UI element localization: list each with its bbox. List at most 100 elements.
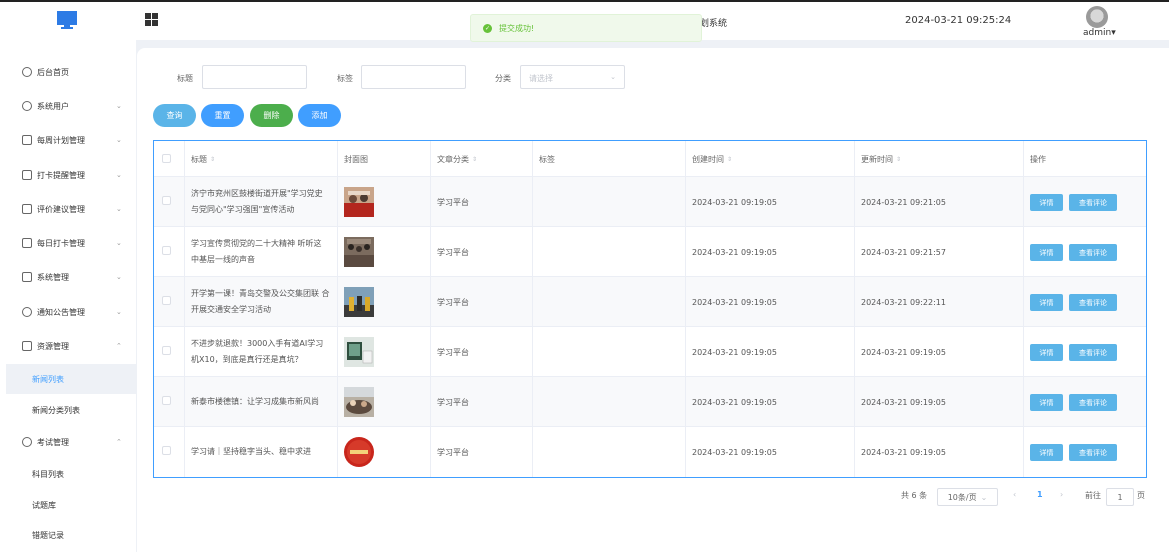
sidebar-item-resources[interactable]: 资源管理 ⌃ (0, 331, 136, 361)
reset-button[interactable]: 重置 (201, 104, 244, 127)
row-select-cell (154, 377, 185, 427)
page-size-value: 10条/页 (947, 492, 977, 502)
sidebar-item-weekly-plan[interactable]: 每周计划管理 ⌄ (0, 125, 136, 155)
detail-button[interactable]: 详情 (1030, 344, 1063, 361)
detail-button[interactable]: 详情 (1030, 294, 1063, 311)
view-comments-button[interactable]: 查看评论 (1069, 344, 1117, 361)
updated-cell: 2024-03-21 09:21:05 (855, 177, 1024, 227)
created-cell: 2024-03-21 09:19:05 (686, 377, 855, 427)
calendar-icon (22, 170, 32, 180)
category-placeholder: 请选择 (529, 74, 553, 83)
cover-thumbnail[interactable] (344, 387, 374, 417)
table-row: 不进步就退款！3000入手有道AI学习 机X10，到底是真行还是真坑？ 学习平台… (154, 327, 1146, 377)
sidebar-item-subjects[interactable]: 科目列表 (0, 459, 136, 489)
prev-page-button[interactable]: ‹ (1013, 490, 1016, 499)
row-checkbox[interactable] (162, 196, 171, 205)
sidebar-item-announcements[interactable]: 通知公告管理 ⌄ (0, 297, 136, 327)
sort-icon: ⇕ (210, 155, 216, 163)
category-cell: 学习平台 (431, 227, 533, 277)
add-button[interactable]: 添加 (298, 104, 341, 127)
view-comments-button[interactable]: 查看评论 (1069, 194, 1117, 211)
title-filter-input[interactable] (202, 65, 307, 89)
sidebar-item-checkin-reminder[interactable]: 打卡提醒管理 ⌄ (0, 160, 136, 190)
title-cell: 开学第一课！青岛交警及公交集团联 合开展交通安全学习活动 (185, 277, 338, 327)
row-checkbox[interactable] (162, 246, 171, 255)
chevron-down-icon: ⌄ (116, 273, 122, 281)
sidebar-item-label: 新闻列表 (32, 374, 64, 384)
chevron-down-icon: ⌄ (116, 136, 122, 144)
sidebar-item-dashboard[interactable]: 后台首页 (0, 57, 136, 87)
news-table: 标题 ⇕ 封面图 文章分类 ⇕ 标签 创建时间 ⇕ 更新时间 ⇕ 操作 济宁市兖州区鼓楼… (153, 140, 1147, 478)
tag-cell (533, 327, 686, 377)
query-button[interactable]: 查询 (153, 104, 196, 127)
sidebar-item-feedback[interactable]: 评价建议管理 ⌄ (0, 194, 136, 224)
header-category[interactable]: 文章分类 ⇕ (431, 141, 533, 177)
sidebar-item-label: 通知公告管理 (37, 307, 85, 317)
row-checkbox[interactable] (162, 346, 171, 355)
page-size-select[interactable]: 10条/页 ⌄ (937, 488, 998, 506)
user-menu[interactable]: admin▾ (1083, 28, 1116, 38)
created-cell: 2024-03-21 09:19:05 (686, 327, 855, 377)
calendar-icon (22, 238, 32, 248)
view-comments-button[interactable]: 查看评论 (1069, 244, 1117, 261)
cover-thumbnail[interactable] (344, 437, 374, 467)
sidebar-item-news-categories[interactable]: 新闻分类列表 (0, 395, 136, 425)
sidebar-item-wrong-answers[interactable]: 错题记录 (0, 520, 136, 550)
header-actions: 操作 (1024, 141, 1146, 177)
monitor-logo-icon (57, 11, 77, 29)
avatar[interactable] (1086, 6, 1108, 28)
detail-button[interactable]: 详情 (1030, 244, 1063, 261)
sidebar-item-system-admin[interactable]: 系统管理 ⌄ (0, 262, 136, 292)
header-title-label: 标题 (191, 154, 207, 164)
chevron-down-icon: ⌄ (116, 205, 122, 213)
actions-cell: 详情 查看评论 (1024, 377, 1146, 427)
header-title[interactable]: 标题 ⇕ (185, 141, 338, 177)
row-select-cell (154, 327, 185, 377)
page-1-button[interactable]: 1 (1037, 490, 1043, 499)
category-filter-select[interactable]: 请选择 ⌄ (520, 65, 625, 89)
success-toast: ✓ 提交成功! (470, 14, 702, 42)
title-cell: 济宁市兖州区鼓楼街道开展"学习党史 与党同心"学习强国"宣传活动 (185, 177, 338, 227)
row-checkbox[interactable] (162, 396, 171, 405)
tag-cell (533, 227, 686, 277)
view-comments-button[interactable]: 查看评论 (1069, 294, 1117, 311)
delete-button[interactable]: 删除 (250, 104, 293, 127)
row-checkbox[interactable] (162, 296, 171, 305)
sidebar-item-system-users[interactable]: 系统用户 ⌄ (0, 91, 136, 121)
detail-button[interactable]: 详情 (1030, 444, 1063, 461)
header-updated[interactable]: 更新时间 ⇕ (855, 141, 1024, 177)
sidebar-item-label: 系统管理 (37, 272, 69, 282)
cover-thumbnail[interactable] (344, 237, 374, 267)
next-page-button[interactable]: › (1060, 490, 1063, 499)
chevron-up-icon: ⌃ (116, 438, 122, 446)
goto-page-input[interactable]: 1 (1106, 488, 1134, 506)
sidebar-item-question-bank[interactable]: 试题库 (0, 490, 136, 520)
view-comments-button[interactable]: 查看评论 (1069, 394, 1117, 411)
cover-thumbnail[interactable] (344, 337, 374, 367)
menu-grid-icon[interactable] (145, 13, 158, 26)
cover-thumbnail[interactable] (344, 187, 374, 217)
actions-cell: 详情 查看评论 (1024, 227, 1146, 277)
tag-filter-input[interactable] (361, 65, 466, 89)
header-cover-label: 封面图 (344, 154, 368, 164)
sidebar-item-exams[interactable]: 考试管理 ⌃ (0, 427, 136, 457)
view-comments-button[interactable]: 查看评论 (1069, 444, 1117, 461)
row-checkbox[interactable] (162, 446, 171, 455)
sidebar-item-news-list[interactable]: 新闻列表 (6, 364, 136, 394)
chevron-down-icon: ⌄ (610, 73, 616, 81)
header-created[interactable]: 创建时间 ⇕ (686, 141, 855, 177)
detail-button[interactable]: 详情 (1030, 194, 1063, 211)
updated-cell: 2024-03-21 09:19:05 (855, 427, 1024, 477)
chevron-down-icon: ⌄ (980, 492, 988, 502)
sidebar-item-daily-checkin[interactable]: 每日打卡管理 ⌄ (0, 228, 136, 258)
detail-button[interactable]: 详情 (1030, 394, 1063, 411)
chevron-down-icon: ⌄ (116, 171, 122, 179)
sidebar-item-label: 每周计划管理 (37, 135, 85, 145)
select-all-checkbox[interactable] (162, 154, 171, 163)
table-row: 学习宣传贯彻党的二十大精神 听听这 中基层一线的声音 学习平台 2024-03-… (154, 227, 1146, 277)
row-select-cell (154, 277, 185, 327)
created-cell: 2024-03-21 09:19:05 (686, 177, 855, 227)
sidebar-item-label: 评价建议管理 (37, 204, 85, 214)
cover-thumbnail[interactable] (344, 287, 374, 317)
cover-cell (338, 277, 431, 327)
